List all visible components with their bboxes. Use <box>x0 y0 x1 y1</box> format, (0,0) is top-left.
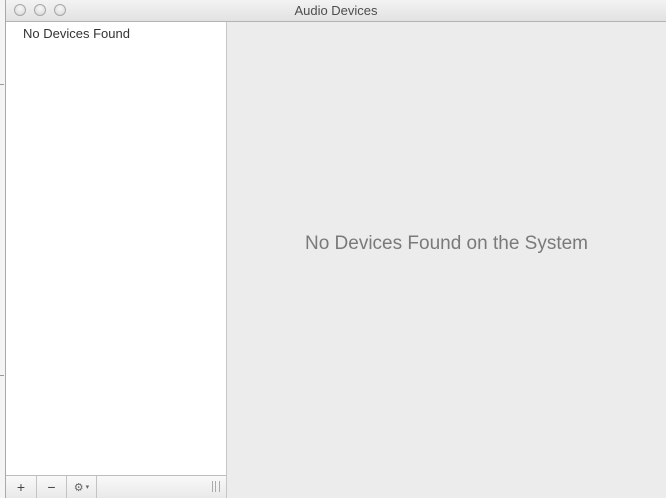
window-title: Audio Devices <box>294 3 378 18</box>
background-divider <box>0 84 4 85</box>
device-detail-pane: No Devices Found on the System <box>227 22 666 498</box>
split-resize-handle[interactable] <box>212 481 220 492</box>
background-divider <box>0 375 4 376</box>
empty-state-message: No Devices Found on the System <box>304 233 589 254</box>
title-bar[interactable]: Audio Devices <box>6 0 666 22</box>
remove-device-button[interactable]: − <box>37 476 67 498</box>
device-list-toolbar: + − ⚙ ▾ <box>6 475 227 498</box>
action-menu-button[interactable]: ⚙ ▾ <box>67 476 97 498</box>
chevron-down-icon: ▾ <box>85 484 90 491</box>
add-device-button[interactable]: + <box>6 476 37 498</box>
gear-icon: ⚙ <box>73 481 84 494</box>
audio-devices-window: Audio Devices No Devices Found + − ⚙ ▾ No… <box>5 0 666 498</box>
device-list-item[interactable]: No Devices Found <box>23 26 130 41</box>
device-list[interactable]: No Devices Found <box>6 22 227 475</box>
